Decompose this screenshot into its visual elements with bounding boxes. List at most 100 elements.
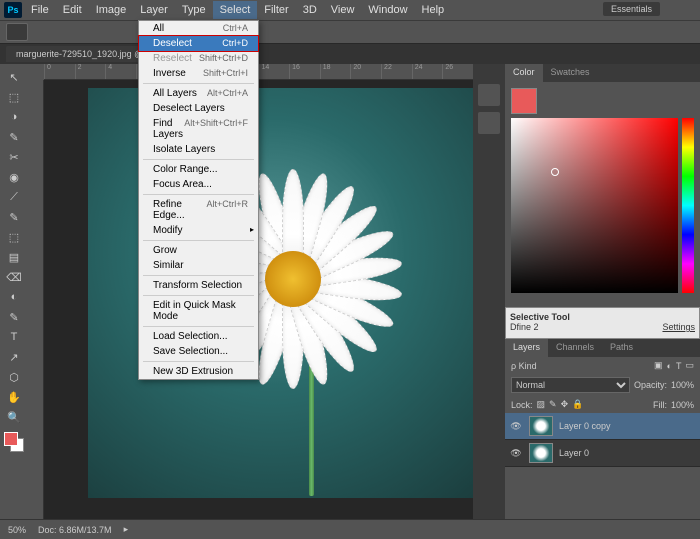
tool-13[interactable]: T xyxy=(4,328,24,346)
menu-item-deselect-layers[interactable]: Deselect Layers xyxy=(139,101,258,116)
lock-pixels-icon[interactable]: ✎ xyxy=(549,399,557,410)
menu-3d[interactable]: 3D xyxy=(296,1,324,19)
menu-item-grow[interactable]: Grow xyxy=(139,243,258,258)
filter-icon[interactable]: T xyxy=(676,361,682,371)
layer-row[interactable]: 👁 Layer 0 copy xyxy=(505,413,700,440)
layers-panel-tabs: Layers Channels Paths xyxy=(505,339,700,357)
nik-settings-link[interactable]: Settings xyxy=(662,322,695,332)
tool-10[interactable]: ⌫ xyxy=(4,268,24,286)
nik-selective-tool-panel[interactable]: Selective Tool Dfine 2 Settings xyxy=(505,307,700,339)
menu-item-color-range-[interactable]: Color Range... xyxy=(139,162,258,177)
zoom-level[interactable]: 50% xyxy=(8,525,26,535)
tool-16[interactable]: ✋ xyxy=(4,388,24,406)
fill-value[interactable]: 100% xyxy=(671,400,694,410)
menu-help[interactable]: Help xyxy=(415,1,452,19)
menu-image[interactable]: Image xyxy=(89,1,134,19)
tool-preset-icon[interactable] xyxy=(6,23,28,41)
menu-item-isolate-layers[interactable]: Isolate Layers xyxy=(139,142,258,157)
menu-layer[interactable]: Layer xyxy=(133,1,175,19)
menu-separator xyxy=(143,361,254,362)
saturation-brightness-field[interactable] xyxy=(511,118,678,293)
layer-thumbnail[interactable] xyxy=(529,443,553,463)
menu-item-edit-in-quick-mask-mode[interactable]: Edit in Quick Mask Mode xyxy=(139,298,258,324)
layer-name[interactable]: Layer 0 xyxy=(559,448,589,458)
menu-item-new-d-extrusion[interactable]: New 3D Extrusion xyxy=(139,364,258,379)
tool-0[interactable]: ↖ xyxy=(4,68,24,86)
visibility-icon[interactable]: 👁 xyxy=(509,448,523,459)
color-panel-tabs: Color Swatches xyxy=(505,64,700,82)
history-panel-icon[interactable] xyxy=(478,84,500,106)
menu-item-inverse[interactable]: InverseShift+Ctrl+I xyxy=(139,66,258,81)
tab-swatches[interactable]: Swatches xyxy=(543,64,598,82)
menu-type[interactable]: Type xyxy=(175,1,213,19)
tool-17[interactable]: 🔍 xyxy=(4,408,24,426)
menu-item-similar[interactable]: Similar xyxy=(139,258,258,273)
tool-2[interactable]: ◑ xyxy=(4,108,24,126)
menu-item-focus-area-[interactable]: Focus Area... xyxy=(139,177,258,192)
tool-3[interactable]: ✎ xyxy=(4,128,24,146)
filter-icon[interactable]: ▭ xyxy=(685,360,694,371)
lock-position-icon[interactable]: ✥ xyxy=(561,399,569,410)
layer-row[interactable]: 👁 Layer 0 xyxy=(505,440,700,467)
lock-transparency-icon[interactable]: ▨ xyxy=(537,399,546,410)
foreground-swatch[interactable] xyxy=(511,88,537,114)
hue-slider[interactable] xyxy=(682,118,694,293)
tool-9[interactable]: ▤ xyxy=(4,248,24,266)
tab-channels[interactable]: Channels xyxy=(548,339,602,357)
color-panel xyxy=(505,82,700,307)
ruler-vertical[interactable] xyxy=(28,80,44,519)
layer-thumbnail[interactable] xyxy=(529,416,553,436)
menu-item-save-selection-[interactable]: Save Selection... xyxy=(139,344,258,359)
menu-item-all-layers[interactable]: All LayersAlt+Ctrl+A xyxy=(139,86,258,101)
status-arrow-icon[interactable]: ▸ xyxy=(124,524,129,535)
menu-file[interactable]: File xyxy=(24,1,56,19)
workspace-switcher[interactable]: Essentials xyxy=(603,2,660,16)
tool-14[interactable]: ↗ xyxy=(4,348,24,366)
tab-paths[interactable]: Paths xyxy=(602,339,641,357)
menu-view[interactable]: View xyxy=(324,1,362,19)
menu-item-all[interactable]: AllCtrl+A xyxy=(139,21,258,36)
doc-size[interactable]: Doc: 6.86M/13.7M xyxy=(38,525,112,535)
status-bar: 50% Doc: 6.86M/13.7M ▸ xyxy=(0,519,700,539)
opacity-value[interactable]: 100% xyxy=(671,380,694,390)
menu-item-load-selection-[interactable]: Load Selection... xyxy=(139,329,258,344)
tab-layers[interactable]: Layers xyxy=(505,339,548,357)
menu-window[interactable]: Window xyxy=(361,1,414,19)
lock-all-icon[interactable]: 🔒 xyxy=(572,399,583,410)
tool-4[interactable]: ✂ xyxy=(4,148,24,166)
color-cursor[interactable] xyxy=(551,168,559,176)
ruler-origin[interactable] xyxy=(28,64,44,80)
menu-select[interactable]: Select xyxy=(213,1,258,19)
nik-panel-title: Selective Tool xyxy=(510,312,695,322)
menu-separator xyxy=(143,295,254,296)
properties-panel-icon[interactable] xyxy=(478,112,500,134)
tool-8[interactable]: ⬚ xyxy=(4,228,24,246)
tool-15[interactable]: ⬡ xyxy=(4,368,24,386)
tool-12[interactable]: ✎ xyxy=(4,308,24,326)
nik-product: Dfine 2 xyxy=(510,322,539,332)
fg-color[interactable] xyxy=(4,432,18,446)
tool-6[interactable]: ⟋ xyxy=(4,188,24,206)
tab-color[interactable]: Color xyxy=(505,64,543,82)
fg-bg-colors[interactable] xyxy=(4,432,24,452)
menu-item-transform-selection[interactable]: Transform Selection xyxy=(139,278,258,293)
menu-separator xyxy=(143,83,254,84)
filter-icon[interactable]: ▣ xyxy=(654,360,663,371)
menu-item-deselect[interactable]: DeselectCtrl+D xyxy=(139,36,258,51)
layer-name[interactable]: Layer 0 copy xyxy=(559,421,611,431)
visibility-icon[interactable]: 👁 xyxy=(509,421,523,432)
layer-list: 👁 Layer 0 copy👁 Layer 0 xyxy=(505,413,700,467)
blend-mode-select[interactable]: Normal xyxy=(511,377,630,393)
layers-panel: ρ Kind ▣ ◐ T ▭ Normal Opacity: 100% Lock… xyxy=(505,357,700,519)
menu-item-refine-edge-[interactable]: Refine Edge...Alt+Ctrl+R xyxy=(139,197,258,223)
menu-item-modify[interactable]: Modify xyxy=(139,223,258,238)
menu-filter[interactable]: Filter xyxy=(257,1,295,19)
tool-5[interactable]: ◉ xyxy=(4,168,24,186)
menu-item-find-layers[interactable]: Find LayersAlt+Shift+Ctrl+F xyxy=(139,116,258,142)
filter-icon[interactable]: ◐ xyxy=(667,361,672,371)
tool-1[interactable]: ⬚ xyxy=(4,88,24,106)
menu-separator xyxy=(143,194,254,195)
tool-11[interactable]: ◐ xyxy=(4,288,24,306)
tool-7[interactable]: ✎ xyxy=(4,208,24,226)
menu-edit[interactable]: Edit xyxy=(56,1,89,19)
